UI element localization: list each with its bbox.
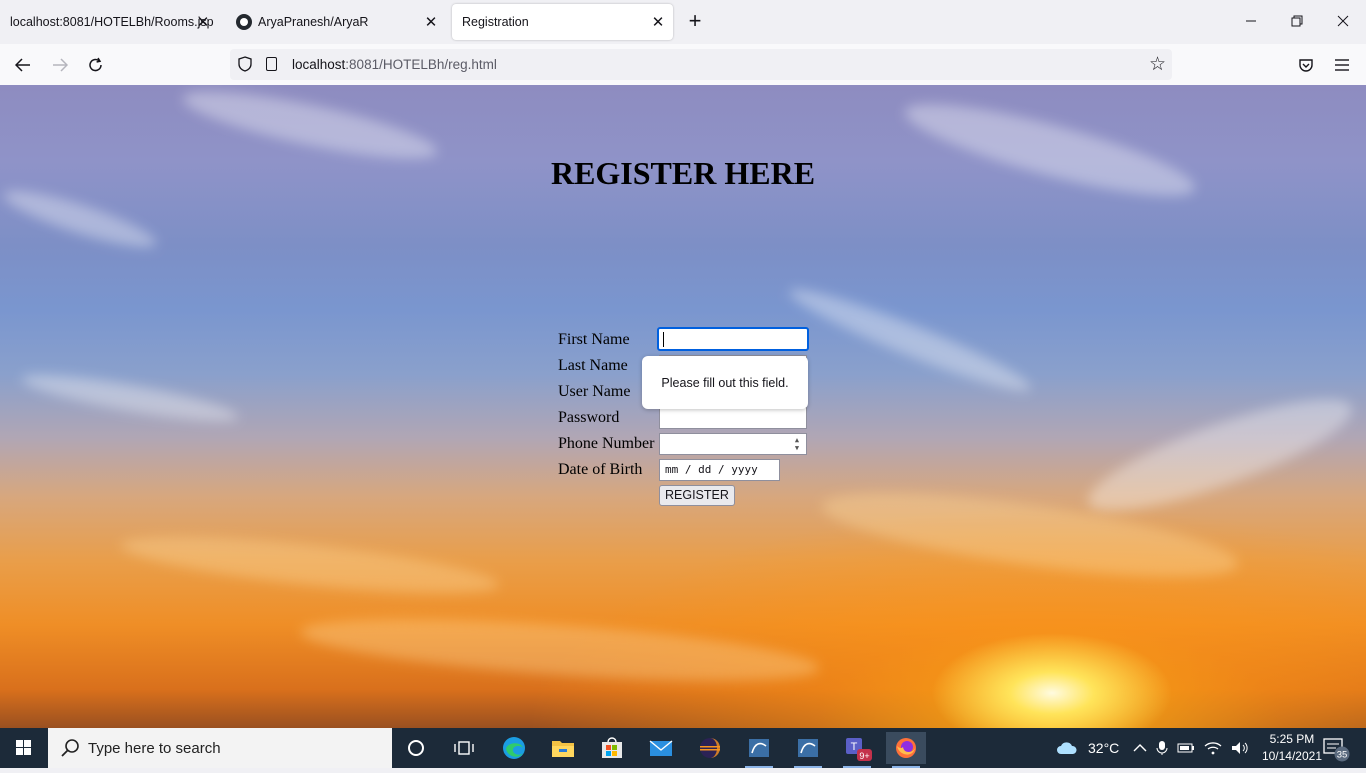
phone-number-label: Phone Number: [558, 435, 655, 452]
weather-temperature: 32°C: [1088, 740, 1120, 756]
teams-badge: 9+: [859, 751, 869, 761]
new-tab-button[interactable]: +: [683, 10, 707, 34]
teams-icon: T9+: [846, 738, 872, 761]
taskbar-search[interactable]: Type here to search: [48, 728, 392, 768]
notification-count: 35: [1337, 750, 1348, 761]
close-icon[interactable]: ✕: [422, 13, 440, 31]
windows-logo-icon: [16, 740, 31, 755]
forward-arrow-icon: [53, 58, 68, 72]
clock[interactable]: 5:25 PM 10/14/2021: [1262, 731, 1322, 765]
password-label: Password: [558, 409, 620, 426]
sql-tool-app-2[interactable]: [788, 732, 828, 768]
mail-app[interactable]: [641, 732, 681, 764]
bookmark-star-icon[interactable]: ☆: [1149, 53, 1166, 76]
cloud-icon: [1057, 742, 1077, 754]
database-tool-icon: [798, 739, 818, 757]
number-spinner[interactable]: ▲ ▼: [791, 436, 803, 452]
start-button[interactable]: [0, 728, 48, 768]
database-tool-icon: [749, 739, 769, 757]
system-tray: [1133, 728, 1249, 768]
volume-icon[interactable]: [1231, 741, 1249, 755]
date-of-birth-input[interactable]: mm / dd / yyyy: [659, 459, 780, 481]
back-arrow-icon: [15, 58, 30, 72]
page-viewport: REGISTER HERE First Name Last Name User …: [0, 85, 1366, 728]
tab-title: AryaPranesh/AryaR: [258, 15, 369, 29]
back-button[interactable]: [10, 52, 36, 78]
restore-button[interactable]: [1274, 6, 1320, 36]
microphone-icon[interactable]: [1156, 740, 1168, 756]
mail-icon: [649, 740, 673, 756]
validation-tooltip: Please fill out this field.: [642, 356, 808, 409]
close-window-button[interactable]: [1320, 6, 1366, 36]
forward-button[interactable]: [47, 52, 73, 78]
page-title: REGISTER HERE: [550, 155, 816, 191]
minimize-button[interactable]: [1228, 6, 1274, 36]
task-view-button[interactable]: [444, 732, 484, 764]
tab-title: localhost:8081/HOTELBh/Rooms.jsp: [10, 15, 214, 29]
phone-number-input[interactable]: ▲ ▼: [659, 433, 807, 455]
search-placeholder: Type here to search: [88, 739, 221, 757]
password-input[interactable]: [659, 407, 807, 429]
minimize-icon: [1246, 20, 1256, 22]
clock-time: 5:25 PM: [1269, 732, 1315, 746]
register-button[interactable]: REGISTER: [659, 485, 735, 506]
store-app[interactable]: [592, 732, 632, 764]
eclipse-icon: [700, 738, 720, 758]
notification-icon: 35: [1323, 738, 1350, 762]
battery-icon[interactable]: [1177, 742, 1195, 754]
reload-icon: [89, 57, 102, 72]
page-info-icon[interactable]: [266, 57, 277, 71]
edge-app[interactable]: [494, 732, 534, 764]
teams-app[interactable]: T 9+: [837, 732, 877, 768]
close-icon[interactable]: ✕: [194, 13, 212, 31]
spin-down-icon[interactable]: ▼: [795, 444, 799, 452]
user-name-label: User Name: [558, 383, 631, 400]
search-icon: [61, 739, 79, 757]
cortana-icon: [408, 740, 424, 756]
edge-icon: [503, 737, 525, 759]
task-view-icon: [454, 741, 474, 755]
windows-taskbar: Type here to search T 9+ 32°C 5:25 PM 10…: [0, 728, 1366, 768]
tab-registration[interactable]: Registration ✕: [452, 4, 673, 40]
firefox-icon: [896, 738, 916, 758]
last-name-label: Last Name: [558, 357, 628, 374]
first-name-label: First Name: [558, 331, 630, 348]
tab-github[interactable]: AryaPranesh/AryaR ✕: [226, 4, 446, 40]
cortana-button[interactable]: [396, 732, 436, 764]
hamburger-menu-icon: [1335, 59, 1349, 71]
pocket-button[interactable]: [1293, 52, 1319, 78]
chevron-up-icon[interactable]: [1133, 743, 1147, 753]
spin-up-icon[interactable]: ▲: [795, 436, 799, 444]
address-bar[interactable]: localhost:8081/HOTELBh/reg.html ☆: [230, 49, 1172, 80]
tab-title: Registration: [462, 15, 529, 29]
restore-icon: [1291, 15, 1303, 27]
navigation-toolbar: localhost:8081/HOTELBh/reg.html ☆: [0, 44, 1366, 86]
tracking-protection-shield-icon[interactable]: [238, 56, 252, 72]
reload-button[interactable]: [83, 52, 109, 78]
weather-widget[interactable]: 32°C: [1056, 728, 1119, 768]
browser-tab-strip: localhost:8081/HOTELBh/Rooms.jsp ✕ AryaP…: [0, 0, 1366, 44]
svg-text:T: T: [851, 741, 858, 753]
file-explorer-app[interactable]: [543, 732, 583, 764]
close-icon[interactable]: ✕: [649, 13, 667, 31]
eclipse-app[interactable]: [690, 732, 730, 764]
sql-tool-app-1[interactable]: [739, 732, 779, 768]
clock-date: 10/14/2021: [1261, 749, 1322, 763]
wifi-icon[interactable]: [1204, 741, 1222, 755]
firefox-app[interactable]: [886, 732, 926, 768]
folder-icon: [552, 741, 574, 757]
url-text[interactable]: localhost:8081/HOTELBh/reg.html: [292, 57, 497, 72]
close-icon: [1337, 15, 1349, 27]
store-icon: [602, 737, 622, 758]
first-name-input[interactable]: [657, 327, 809, 351]
date-of-birth-label: Date of Birth: [558, 461, 643, 478]
notification-center-button[interactable]: 35: [1322, 728, 1352, 768]
pocket-icon: [1299, 59, 1313, 72]
tab-rooms[interactable]: localhost:8081/HOTELBh/Rooms.jsp ✕: [0, 4, 220, 40]
github-icon: [236, 14, 252, 30]
menu-button[interactable]: [1329, 52, 1355, 78]
